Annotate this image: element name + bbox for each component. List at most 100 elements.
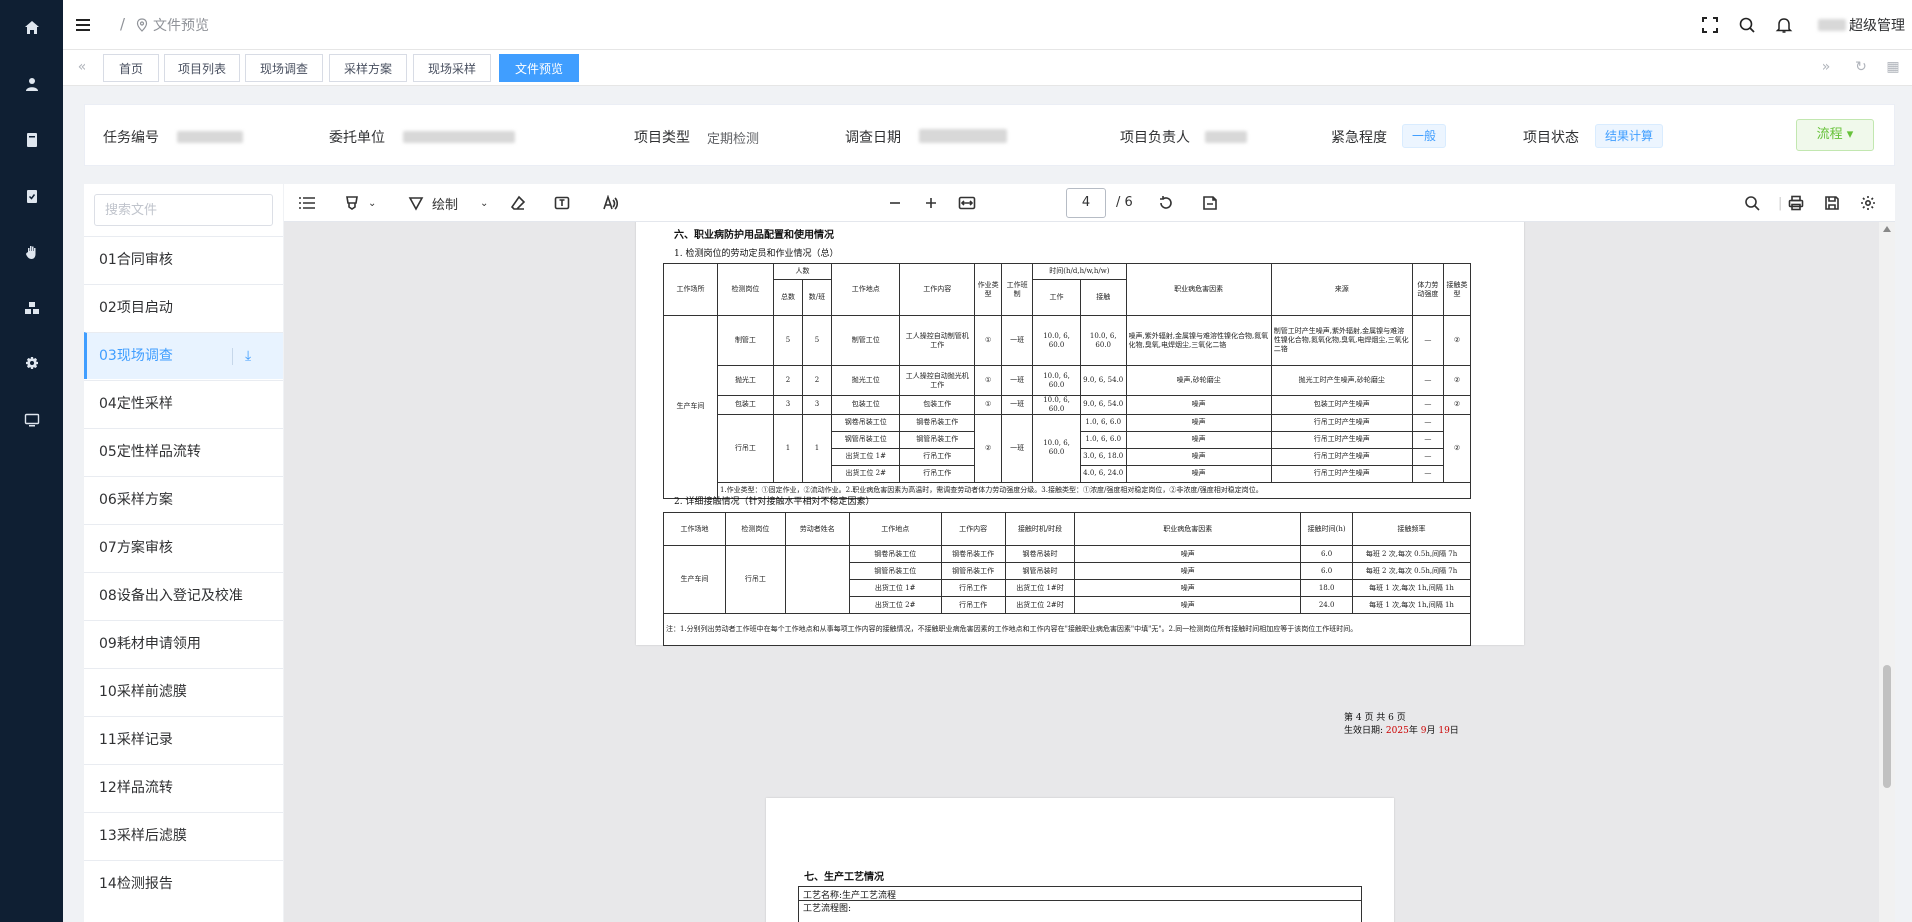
file-item[interactable]: 11采样记录 xyxy=(84,716,283,763)
th-workplace: 工作场所 xyxy=(663,263,718,316)
table-cell: ② xyxy=(1442,315,1472,366)
user-menu[interactable]: 超级管理 xyxy=(1818,15,1905,35)
file-item[interactable]: 08设备出入登记及校准 xyxy=(84,572,283,619)
exposure-detail-table: 工作场地 检测岗位 劳动者姓名 工作地点 工作内容 接触时机/时段 职业病危害因… xyxy=(663,512,1471,646)
sidebar-toggle-icon[interactable] xyxy=(298,194,316,212)
th-exposure-time: 接触时间(h) xyxy=(1300,512,1354,546)
file-item[interactable]: 09耗材申请领用 xyxy=(84,620,283,667)
tab-file-preview[interactable]: 文件预览 xyxy=(499,54,579,82)
draw-tool[interactable]: 绘制 xyxy=(408,194,458,213)
file-item[interactable]: 04定性采样 xyxy=(84,380,283,427)
page-number-input[interactable]: 4 xyxy=(1066,188,1106,218)
page-layout-icon[interactable] xyxy=(1202,194,1218,212)
file-item[interactable]: 06采样方案 xyxy=(84,476,283,523)
text-style-icon[interactable] xyxy=(602,194,618,212)
table-cell: 抛光工 xyxy=(716,365,774,396)
table-cell: 噪声 xyxy=(1125,430,1272,449)
month-unit: 月 xyxy=(1426,726,1436,736)
highlight-icon[interactable] xyxy=(344,194,360,212)
tab-site-sampling[interactable]: 现场采样 xyxy=(413,54,491,82)
print-icon[interactable] xyxy=(1788,194,1804,212)
rotate-icon[interactable] xyxy=(1158,194,1174,212)
file-item[interactable]: 13采样后滤膜 xyxy=(84,812,283,859)
table-cell: 1.0, 6, 6.0 xyxy=(1079,430,1127,449)
th-per-shift: 数/班 xyxy=(801,279,833,316)
file-item[interactable]: 14检测报告 xyxy=(84,860,283,907)
settings-icon[interactable] xyxy=(1860,194,1876,212)
save-icon[interactable] xyxy=(1824,194,1840,212)
project-type-value: 定期检测 xyxy=(707,132,760,147)
tab-site-survey[interactable]: 现场调查 xyxy=(245,54,323,82)
table-cell: 5 xyxy=(772,315,803,366)
home-icon[interactable] xyxy=(20,16,44,40)
viewer-scrollbar[interactable] xyxy=(1879,222,1895,922)
th-frequency: 接触频率 xyxy=(1352,512,1471,546)
pdf-viewer[interactable]: 六、职业病防护用品配置和使用情况 1. 检测岗位的劳动定员和作业情况（总） 工作… xyxy=(284,222,1895,922)
table-cell: 抛光工时产生噪声,砂轮磨尘 xyxy=(1270,365,1413,396)
table-cell: 每班 1 次,每次 1h,间隔 1h xyxy=(1352,579,1471,597)
search-icon[interactable] xyxy=(1738,16,1756,34)
th-time: 时间(h/d,h/w,h/w) xyxy=(1032,263,1127,280)
text-box-icon[interactable] xyxy=(554,194,570,212)
status-label: 项目状态 xyxy=(1523,130,1579,146)
table-cell: 1 xyxy=(801,413,833,483)
table-cell: ② xyxy=(1442,395,1472,415)
table-cell: 9.0, 6, 54.0 xyxy=(1079,365,1127,396)
tab-sampling-plan[interactable]: 采样方案 xyxy=(329,54,407,82)
table-cell: 噪声 xyxy=(1125,447,1272,466)
th-op-type: 作业类型 xyxy=(974,263,1003,316)
draw-dropdown-icon[interactable]: ⌄ xyxy=(480,194,488,212)
hamburger-icon[interactable] xyxy=(74,16,92,34)
file-item[interactable]: 12样品流转 xyxy=(84,764,283,811)
table-cell: 钢卷吊装时 xyxy=(1004,545,1076,563)
scroll-up-arrow-icon[interactable] xyxy=(1883,226,1891,232)
find-icon[interactable] xyxy=(1744,194,1760,212)
process-chart-cell: 工艺流程图: xyxy=(798,900,1362,922)
eraser-icon[interactable] xyxy=(510,194,526,212)
tab-home[interactable]: 首页 xyxy=(103,54,159,82)
highlight-dropdown-icon[interactable]: ⌄ xyxy=(368,194,376,212)
tab-project-list[interactable]: 项目列表 xyxy=(164,54,240,82)
fit-width-icon[interactable] xyxy=(958,194,976,212)
grid-menu-icon[interactable]: ▦ xyxy=(1884,59,1902,77)
bell-icon[interactable] xyxy=(1775,16,1793,34)
file-item[interactable]: 02项目启动 xyxy=(84,284,283,331)
fullscreen-icon[interactable] xyxy=(1701,16,1719,34)
download-icon[interactable]: ⤓ xyxy=(245,333,251,380)
zoom-out-icon[interactable] xyxy=(888,194,902,212)
clipboard-check-icon[interactable] xyxy=(20,184,44,208)
file-item[interactable]: 01合同审核 xyxy=(84,236,283,283)
hand-icon[interactable] xyxy=(20,240,44,264)
table-cell: 出货工位 1# xyxy=(830,447,901,466)
monitor-icon[interactable] xyxy=(20,408,44,432)
table-cell: 出货工位 2# xyxy=(848,596,942,614)
table-cell: 行吊工时产生噪声 xyxy=(1270,430,1413,449)
table-cell: 1.0, 6, 6.0 xyxy=(1079,413,1127,432)
refresh-icon[interactable]: ↻ xyxy=(1852,59,1870,77)
scrollbar-thumb[interactable] xyxy=(1883,665,1891,788)
workplace-cell: 生产车间 xyxy=(663,315,718,499)
user-icon[interactable] xyxy=(20,72,44,96)
book-icon[interactable] xyxy=(20,128,44,152)
table-cell: 9.0, 6, 54.0 xyxy=(1079,395,1127,415)
file-item-label: 09耗材申请领用 xyxy=(99,636,201,652)
table-cell: 噪声 xyxy=(1125,464,1272,483)
breadcrumb-current[interactable]: 文件预览 xyxy=(153,15,209,35)
file-item[interactable]: 03现场调查 ⤓ xyxy=(84,332,283,379)
file-item[interactable]: 07方案审核 xyxy=(84,524,283,571)
file-item[interactable]: 05定性样品流转 xyxy=(84,428,283,475)
table-cell: 1 xyxy=(772,413,803,483)
tabs-scroll-right-icon[interactable]: » xyxy=(1817,59,1835,77)
search-file-input[interactable]: 搜索文件 xyxy=(94,194,273,226)
file-item-label: 04定性采样 xyxy=(99,396,173,412)
zoom-in-icon[interactable] xyxy=(924,194,938,212)
page-footer-count: 第 4 页 共 6 页 xyxy=(1344,713,1406,723)
gear-icon[interactable] xyxy=(20,352,44,376)
table-cell: 钢卷吊装工位 xyxy=(830,413,901,432)
cubes-icon[interactable] xyxy=(20,296,44,320)
th-total: 总数 xyxy=(772,279,803,316)
tabs-scroll-left-icon[interactable]: « xyxy=(73,59,91,77)
project-type-label: 项目类型 xyxy=(634,130,690,146)
flow-button[interactable]: 流程 ▾ xyxy=(1796,119,1874,151)
file-item[interactable]: 10采样前滤膜 xyxy=(84,668,283,715)
